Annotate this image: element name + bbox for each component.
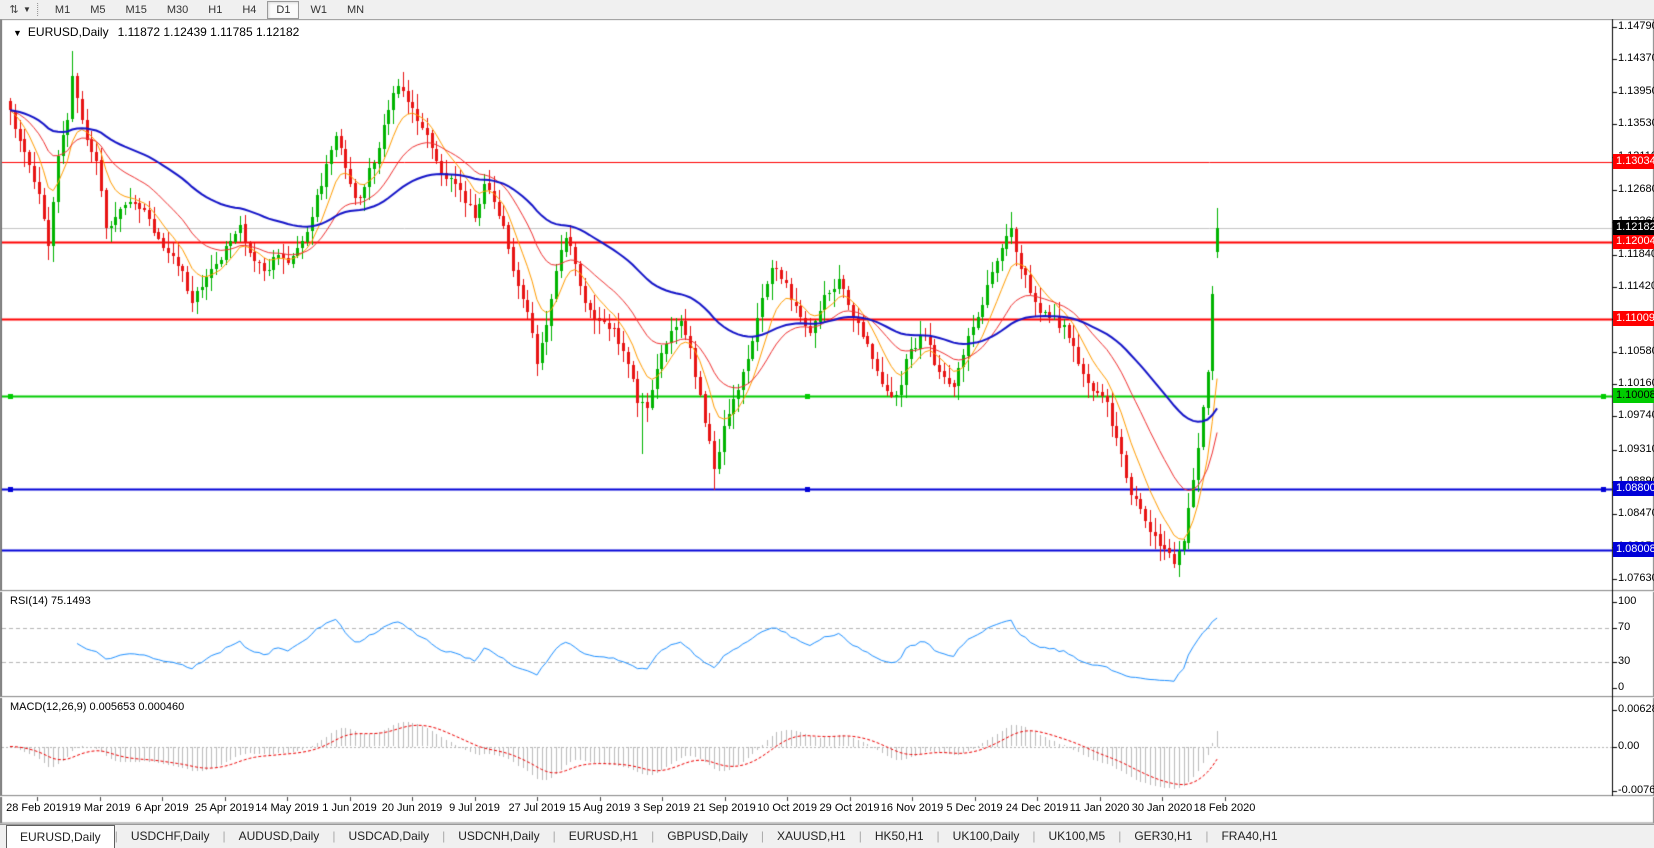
timeframe-button-d1[interactable]: D1 [267, 1, 299, 19]
rsi-axis-tick: 70 [1618, 621, 1630, 634]
date-label: 24 Dec 2019 [1006, 802, 1068, 814]
price-axis-tick: 1.09310 [1618, 443, 1654, 456]
collapse-triangle-icon[interactable]: ▼ [13, 28, 22, 38]
timeframe-buttons: M1M5M15M30H1H4D1W1MN [45, 1, 374, 19]
price-axis-tick: 1.08470 [1618, 507, 1654, 520]
timeframe-button-h1[interactable]: H1 [199, 1, 231, 19]
timeframe-toolbar: ⇅ ▼ M1M5M15M30H1H4D1W1MN [0, 0, 1654, 19]
chart-tab-gbpusd-daily[interactable]: GBPUSD,Daily [654, 825, 761, 848]
price-axis-tick: 1.11420 [1618, 280, 1654, 293]
hline-price-label[interactable]: 1.08008 [1613, 542, 1654, 557]
timeframe-button-m5[interactable]: M5 [81, 1, 114, 19]
date-label: 11 Jan 2020 [1070, 802, 1130, 814]
date-label: 21 Sep 2019 [693, 802, 755, 814]
chart-tab-fra40-h1[interactable]: FRA40,H1 [1208, 825, 1290, 848]
price-axis-tick: 1.13950 [1618, 85, 1654, 98]
date-label: 20 Jun 2019 [382, 802, 443, 814]
hline-price-label[interactable]: 1.13034 [1613, 154, 1654, 169]
price-axis-tick: 1.09740 [1618, 409, 1654, 422]
hline-price-label[interactable]: 1.10008 [1613, 388, 1654, 403]
hline-price-label[interactable]: 1.08800 [1613, 481, 1654, 496]
date-label: 18 Feb 2020 [1194, 802, 1256, 814]
price-axis-tick: 1.14370 [1618, 52, 1654, 65]
chart-tab-eurusd-h1[interactable]: EURUSD,H1 [556, 825, 651, 848]
macd-axis-tick: 0.006287 [1618, 703, 1654, 716]
mt4-window: { "toolbar": { "shift_icon": "chart-shif… [0, 0, 1654, 847]
toolbar-dropdown-caret-icon[interactable]: ▼ [23, 5, 31, 14]
rsi-axis-tick: 30 [1618, 655, 1630, 668]
price-axis-tick: 1.14790 [1618, 20, 1654, 33]
date-label: 29 Oct 2019 [820, 802, 880, 814]
chart-shift-icon[interactable]: ⇅ [6, 3, 22, 16]
timeframe-button-mn[interactable]: MN [338, 1, 373, 19]
chart-tab-usdcad-daily[interactable]: USDCAD,Daily [335, 825, 442, 848]
chart-tab-usdcnh-daily[interactable]: USDCNH,Daily [445, 825, 552, 848]
chart-tab-audusd-daily[interactable]: AUDUSD,Daily [226, 825, 333, 848]
date-label: 16 Nov 2019 [881, 802, 943, 814]
date-label: 25 Apr 2019 [195, 802, 254, 814]
chart-tab-ger30-h1[interactable]: GER30,H1 [1121, 825, 1205, 848]
chart-tab-uk100-daily[interactable]: UK100,Daily [940, 825, 1033, 848]
toolbar-grip [37, 3, 39, 16]
date-label: 9 Jul 2019 [449, 802, 500, 814]
current-price-label: 1.12182 [1613, 220, 1654, 235]
chart-tab-uk100-m5[interactable]: UK100,M5 [1035, 825, 1118, 848]
hline-price-label[interactable]: 1.12004 [1613, 234, 1654, 249]
timeframe-button-m30[interactable]: M30 [158, 1, 197, 19]
price-axis-tick: 1.12680 [1618, 183, 1654, 196]
chart-tab-xauusd-h1[interactable]: XAUUSD,H1 [764, 825, 859, 848]
chart-title: ▼ EURUSD,Daily 1.11872 1.12439 1.11785 1.1… [13, 25, 299, 39]
chart-tab-eurusd-daily[interactable]: EURUSD,Daily [6, 825, 115, 848]
macd-axis-tick: 0.00 [1618, 740, 1639, 753]
chart-tabbar: EURUSD,Daily|USDCHF,Daily|AUDUSD,Daily|U… [0, 824, 1654, 848]
date-label: 28 Feb 2019 [6, 802, 68, 814]
rsi-axis-tick: 0 [1618, 681, 1624, 694]
rsi-label: RSI(14) 75.1493 [10, 595, 91, 607]
timeframe-button-h4[interactable]: H4 [233, 1, 265, 19]
price-axis-tick: 1.11840 [1618, 248, 1654, 261]
date-label: 10 Oct 2019 [757, 802, 817, 814]
rsi-axis-tick: 100 [1618, 595, 1636, 608]
chart-title-ohlc: 1.11872 1.12439 1.11785 1.12182 [118, 25, 300, 39]
chart-tab-usdchf-daily[interactable]: USDCHF,Daily [118, 825, 223, 848]
date-label: 5 Dec 2019 [946, 802, 1002, 814]
date-label: 30 Jan 2020 [1132, 802, 1193, 814]
price-axis-tick: 1.10580 [1618, 345, 1654, 358]
date-label: 27 Jul 2019 [509, 802, 566, 814]
timeframe-button-m15[interactable]: M15 [116, 1, 155, 19]
hline-price-label[interactable]: 1.11009 [1613, 311, 1654, 326]
date-label: 1 Jun 2019 [322, 802, 376, 814]
macd-axis-tick: -0.007658 [1618, 784, 1654, 797]
macd-label: MACD(12,26,9) 0.005653 0.000460 [10, 701, 184, 713]
date-label: 3 Sep 2019 [634, 802, 690, 814]
timeframe-button-m1[interactable]: M1 [46, 1, 79, 19]
chart-canvas[interactable] [0, 0, 1654, 847]
date-label: 6 Apr 2019 [135, 802, 188, 814]
price-axis-tick: 1.07630 [1618, 572, 1654, 585]
date-label: 19 Mar 2019 [69, 802, 131, 814]
timeframe-button-w1[interactable]: W1 [301, 1, 336, 19]
chart-tab-hk50-h1[interactable]: HK50,H1 [862, 825, 937, 848]
date-label: 14 May 2019 [255, 802, 319, 814]
price-axis-tick: 1.13530 [1618, 117, 1654, 130]
chart-title-symbol: EURUSD,Daily [28, 25, 109, 39]
date-label: 15 Aug 2019 [569, 802, 631, 814]
